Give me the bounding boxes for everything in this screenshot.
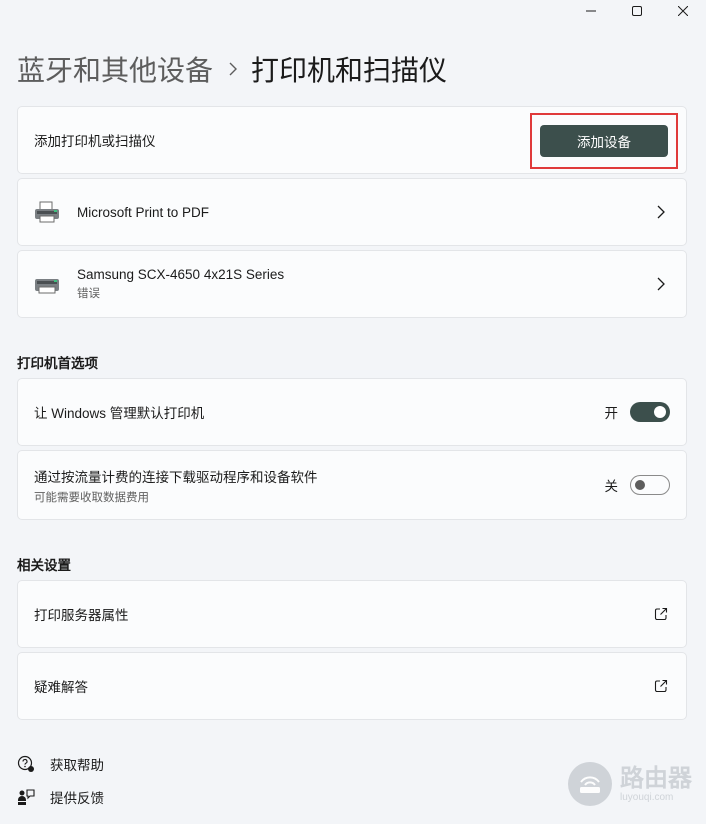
watermark: 路由器 luyouqi.com	[568, 762, 692, 806]
related-item-troubleshoot[interactable]: 疑难解答	[17, 652, 687, 720]
add-device-button[interactable]: 添加设备	[540, 125, 668, 157]
watermark-title: 路由器	[620, 764, 692, 792]
toggle-knob	[654, 406, 666, 418]
give-feedback-label: 提供反馈	[50, 791, 104, 806]
printer-icon	[35, 201, 59, 223]
pref-label: 让 Windows 管理默认打印机	[34, 406, 205, 421]
toggle-state-label: 关	[604, 479, 619, 494]
page-title: 打印机和扫描仪	[251, 55, 448, 86]
printer-name: Microsoft Print to PDF	[77, 204, 210, 220]
chevron-right-icon	[657, 277, 665, 291]
external-link-icon	[654, 679, 668, 693]
pref-manage-default-printer: 让 Windows 管理默认打印机 开	[17, 378, 687, 446]
router-logo-icon	[568, 762, 612, 806]
breadcrumb-parent-link[interactable]: 蓝牙和其他设备	[17, 49, 213, 89]
related-item-label: 疑难解答	[34, 680, 88, 695]
related-item-label: 打印服务器属性	[34, 608, 129, 623]
chevron-right-icon	[657, 205, 665, 219]
metered-download-toggle[interactable]	[630, 475, 670, 495]
pref-metered-download: 通过按流量计费的连接下载驱动程序和设备软件 可能需要收取数据费用 关	[17, 450, 687, 520]
window-controls	[568, 0, 706, 22]
printer-icon	[35, 279, 59, 294]
minimize-icon	[586, 10, 596, 12]
maximize-icon	[632, 6, 642, 16]
section-title-printer-preferences: 打印机首选项	[17, 356, 98, 371]
get-help-label: 获取帮助	[50, 758, 104, 773]
printer-status: 错误	[77, 288, 100, 300]
give-feedback-link[interactable]: 提供反馈	[17, 787, 104, 807]
get-help-link[interactable]: 获取帮助	[17, 754, 104, 774]
close-icon	[678, 6, 688, 16]
feedback-icon	[18, 789, 35, 805]
toggle-knob	[635, 480, 645, 490]
toggle-state-label: 开	[604, 406, 619, 421]
maximize-button[interactable]	[614, 0, 660, 22]
breadcrumb: 蓝牙和其他设备 打印机和扫描仪	[17, 48, 447, 90]
printer-item-samsung[interactable]: Samsung SCX-4650 4x21S Series 错误	[17, 250, 687, 318]
chevron-right-icon	[229, 62, 238, 76]
printer-item-pdf[interactable]: Microsoft Print to PDF	[17, 178, 687, 246]
pref-label: 通过按流量计费的连接下载驱动程序和设备软件	[34, 469, 318, 485]
highlight-box: 添加设备	[530, 113, 678, 169]
external-link-icon	[654, 607, 668, 621]
related-item-print-server[interactable]: 打印服务器属性	[17, 580, 687, 648]
minimize-button[interactable]	[568, 0, 614, 22]
printer-name: Samsung SCX-4650 4x21S Series	[77, 267, 285, 282]
section-title-related-settings: 相关设置	[17, 558, 71, 573]
watermark-url: luyouqi.com	[620, 791, 674, 803]
add-printer-card: 添加打印机或扫描仪 添加设备	[17, 106, 687, 174]
pref-description: 可能需要收取数据费用	[34, 491, 149, 504]
help-icon	[17, 755, 34, 772]
close-button[interactable]	[660, 0, 706, 22]
manage-default-printer-toggle[interactable]	[630, 402, 670, 422]
